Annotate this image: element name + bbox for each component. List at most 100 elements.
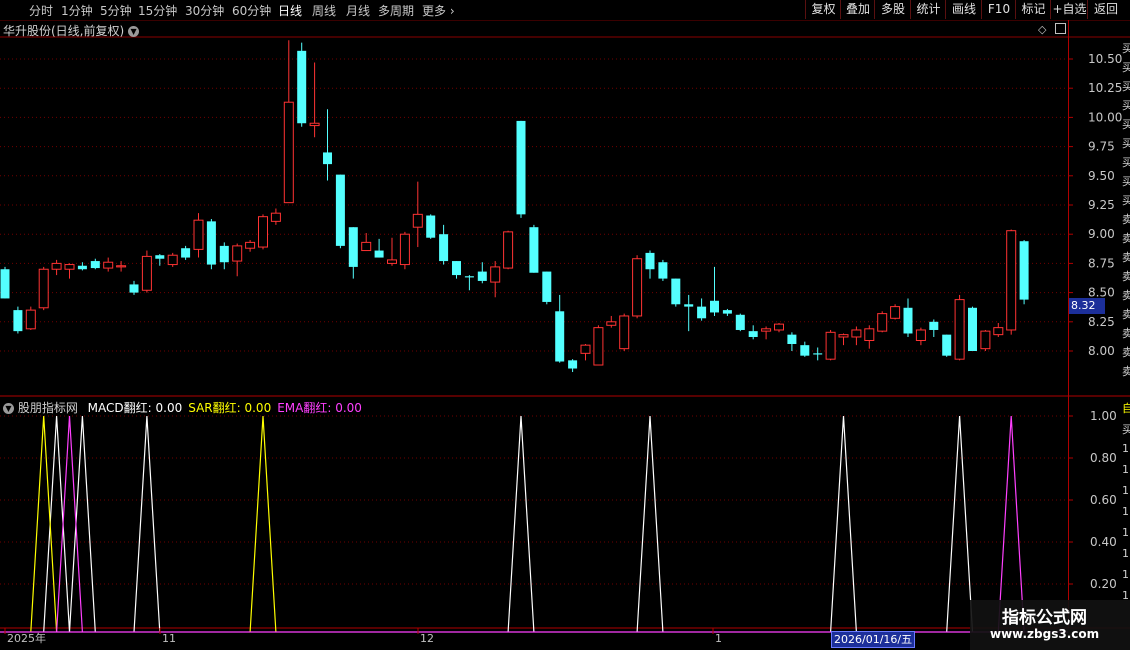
- toolbar-button-5[interactable]: F10: [981, 0, 1016, 19]
- right-edge-char: 1: [1122, 568, 1129, 581]
- period-tab-4[interactable]: 30分钟: [185, 2, 224, 19]
- right-edge-char: 卖: [1122, 232, 1130, 245]
- candle: [167, 252, 178, 267]
- indicator-name[interactable]: 股朋指标网: [18, 401, 78, 415]
- indicator-label-2: EMA翻红: 0.00: [277, 401, 362, 415]
- right-edge-char: 1: [1122, 442, 1129, 455]
- indicator-signal-spike: [830, 415, 857, 633]
- price-axis-label: 9.50: [1088, 169, 1115, 183]
- candle: [361, 233, 372, 252]
- period-toolbar: 分时 1分钟 5分钟 15分钟 30分钟 60分钟 日线 周线 月线 多周期 更多 › 复权 叠加 多股统…: [0, 0, 1130, 21]
- right-edge-char: 买: [1122, 61, 1130, 74]
- indicator-signal-spike: [43, 415, 71, 633]
- candle: [954, 294, 965, 361]
- indicator-signal-spike: [507, 415, 535, 633]
- candle: [568, 359, 578, 373]
- price-axis-label: 8.25: [1088, 315, 1115, 329]
- candle: [426, 214, 436, 239]
- price-axis-label: 9.25: [1088, 198, 1115, 212]
- toolbar-button-3[interactable]: 统计: [910, 0, 946, 19]
- candle: [697, 298, 707, 321]
- period-tab-0[interactable]: 分时: [29, 2, 53, 19]
- right-edge-char: 买: [1122, 156, 1130, 169]
- candle: [90, 258, 100, 270]
- price-axis-label: 8.75: [1088, 256, 1115, 270]
- toolbar-button-6[interactable]: 标记: [1015, 0, 1051, 19]
- period-tab-2[interactable]: 5分钟: [100, 2, 132, 19]
- date-axis-label: 11: [162, 632, 176, 645]
- period-tab-7[interactable]: 周线: [312, 2, 336, 19]
- period-tab-6[interactable]: 日线: [278, 2, 302, 19]
- candle: [632, 255, 643, 319]
- cursor-date-tag: 2026/01/16/五: [831, 631, 916, 648]
- candle: [309, 62, 320, 138]
- stock-title: 华升股份(日线,前复权): [3, 24, 125, 38]
- chevron-down-icon[interactable]: ▼: [128, 26, 140, 37]
- period-tab-9[interactable]: 多周期: [378, 2, 414, 19]
- indicator-signal-spike: [30, 415, 58, 633]
- right-edge-char: 1: [1122, 463, 1129, 476]
- date-axis-label: 1: [715, 632, 722, 645]
- period-tab-8[interactable]: 月线: [346, 2, 370, 19]
- candle: [490, 261, 501, 298]
- toolbar-button-2[interactable]: 多股: [874, 0, 911, 19]
- right-edge-char: 买: [1122, 423, 1130, 436]
- price-axis-label: 8.00: [1088, 344, 1115, 358]
- date-axis-label: 12: [420, 632, 434, 645]
- candle: [103, 257, 114, 272]
- toolbar-button-0[interactable]: 复权: [805, 0, 841, 19]
- candle: [129, 280, 139, 295]
- candle: [915, 327, 926, 346]
- right-edge-char: 买: [1122, 194, 1130, 207]
- candle: [645, 250, 655, 279]
- period-tab-10[interactable]: 更多 ›: [422, 2, 455, 19]
- candle: [529, 224, 539, 273]
- watermark-line2: www.zbgs3.com: [990, 627, 1100, 641]
- candle: [710, 266, 719, 316]
- candle: [116, 261, 127, 272]
- window-toggle-icon[interactable]: [1055, 23, 1066, 34]
- price-axis-label: 9.75: [1088, 140, 1115, 154]
- candle: [890, 304, 901, 320]
- period-tab-5[interactable]: 60分钟: [232, 2, 271, 19]
- candle: [219, 242, 229, 270]
- diamond-icon[interactable]: ◇: [1038, 23, 1046, 36]
- indicator-label-0: MACD翻红: 0.00: [87, 401, 183, 415]
- toolbar-button-1[interactable]: 叠加: [840, 0, 875, 19]
- right-edge-char: 1: [1122, 526, 1129, 539]
- period-tab-3[interactable]: 15分钟: [138, 2, 177, 19]
- candle: [477, 262, 487, 284]
- candle: [619, 313, 630, 351]
- candle: [877, 311, 888, 333]
- candle: [800, 341, 810, 357]
- toolbar-button-8[interactable]: 返回: [1087, 0, 1124, 19]
- candle: [323, 109, 332, 181]
- candle: [1019, 240, 1029, 305]
- candle: [283, 40, 294, 204]
- indicator-signal-spike: [946, 415, 974, 633]
- candle: [258, 214, 268, 250]
- candle: [25, 306, 36, 330]
- candle: [374, 238, 384, 258]
- price-axis-label: 10.50: [1088, 52, 1122, 66]
- period-tab-1[interactable]: 1分钟: [61, 2, 93, 19]
- watermark-line1: 指标公式网: [1002, 608, 1087, 628]
- candle: [684, 294, 694, 332]
- kline-chart[interactable]: 10.5010.2510.009.759.509.259.008.758.508…: [0, 20, 1130, 650]
- current-price-tag: 8.32: [1069, 298, 1105, 314]
- main-panel-title: 华升股份(日线,前复权) ▼: [3, 22, 140, 39]
- right-edge-char: 买: [1122, 175, 1130, 188]
- candle: [942, 334, 952, 357]
- indicator-axis-label: 0.40: [1090, 535, 1117, 549]
- candle: [270, 208, 281, 225]
- toolbar-button-4[interactable]: 画线: [945, 0, 982, 19]
- candle: [606, 315, 617, 328]
- right-edge-char: 买: [1122, 42, 1130, 55]
- candle: [38, 266, 49, 311]
- indicator-axis-label: 0.20: [1090, 577, 1117, 591]
- chevron-down-icon[interactable]: ▼: [3, 403, 14, 414]
- right-edge-char: 卖: [1122, 270, 1130, 283]
- candle: [0, 266, 10, 299]
- toolbar-button-7[interactable]: +自选: [1050, 0, 1088, 19]
- candle: [412, 181, 423, 248]
